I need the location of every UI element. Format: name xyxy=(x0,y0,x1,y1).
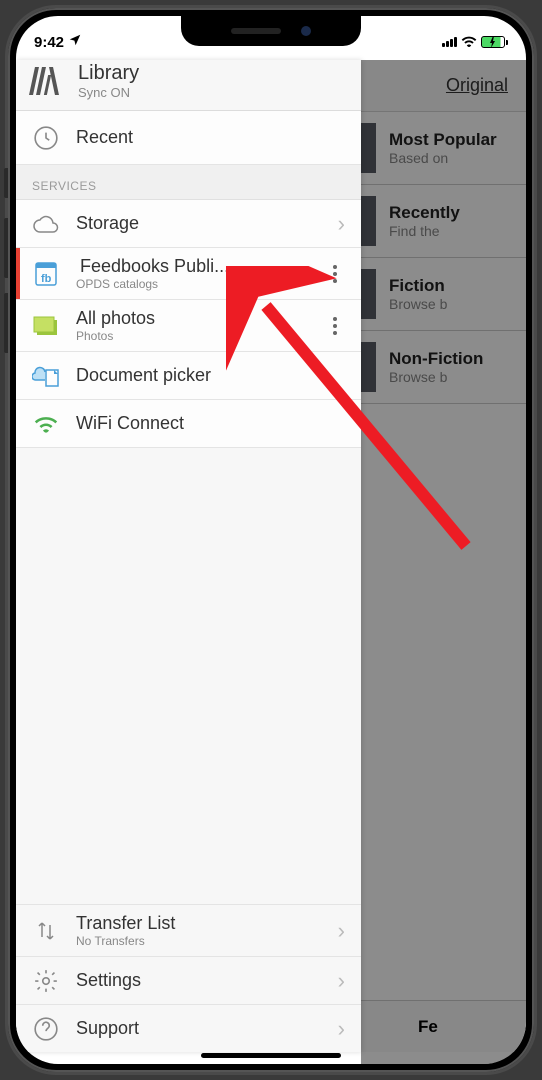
bg-item-sub: Find the xyxy=(389,223,460,239)
phone-frame: 9:42 xyxy=(8,8,534,1072)
row-label: Settings xyxy=(76,970,322,991)
feedbooks-icon: fb xyxy=(32,260,60,288)
drawer-item-support[interactable]: Support › xyxy=(16,1004,361,1052)
notch xyxy=(181,16,361,46)
drawer-item-wifi-connect[interactable]: WiFi Connect xyxy=(16,400,361,448)
bg-item-title: Recently xyxy=(389,203,460,223)
row-sublabel: No Transfers xyxy=(76,934,322,948)
bg-item-title: Non-Fiction xyxy=(389,349,483,369)
drawer-spacer xyxy=(16,448,361,904)
chevron-right-icon: › xyxy=(338,918,345,944)
help-icon xyxy=(32,1015,60,1043)
drawer-item-recent[interactable]: Recent xyxy=(16,111,361,165)
location-icon xyxy=(68,33,82,51)
row-label: WiFi Connect xyxy=(76,413,345,434)
cloud-icon xyxy=(32,210,60,238)
svg-text:fb: fb xyxy=(41,273,52,285)
drawer-item-settings[interactable]: Settings › xyxy=(16,956,361,1004)
more-icon[interactable] xyxy=(325,317,345,335)
drawer-item-all-photos[interactable]: All photos Photos xyxy=(16,300,361,352)
library-drawer: Library Sync ON Recent SERVICES xyxy=(16,60,361,1052)
battery-icon xyxy=(481,36,508,48)
signal-icon xyxy=(442,37,457,47)
chevron-right-icon: › xyxy=(338,968,345,994)
row-sublabel: Photos xyxy=(76,329,309,343)
drawer-header[interactable]: Library Sync ON xyxy=(16,60,361,111)
home-indicator[interactable] xyxy=(201,1053,341,1058)
status-time: 9:42 xyxy=(34,34,64,51)
row-label: Document picker xyxy=(76,365,345,386)
row-label: Support xyxy=(76,1018,322,1039)
more-icon[interactable] xyxy=(325,265,345,283)
bg-item-title: Fiction xyxy=(389,276,447,296)
bg-item-sub: Browse b xyxy=(389,369,483,385)
wifi-connect-icon xyxy=(32,410,60,438)
transfer-icon xyxy=(32,917,60,945)
bg-item-sub: Browse b xyxy=(389,296,447,312)
clock-icon xyxy=(32,124,60,152)
drawer-item-document-picker[interactable]: Document picker xyxy=(16,352,361,400)
chevron-right-icon: › xyxy=(338,1016,345,1042)
bg-item-sub: Based on xyxy=(389,150,497,166)
row-label: Recent xyxy=(76,127,345,148)
drawer-title: Library xyxy=(78,62,139,85)
row-sublabel: OPDS catalogs xyxy=(76,277,309,291)
drawer-item-storage[interactable]: Storage › xyxy=(16,200,361,248)
app-logo-icon xyxy=(32,67,64,95)
row-label: Feedbooks Publi... xyxy=(76,256,309,277)
drawer-sync-status: Sync ON xyxy=(78,85,139,100)
row-label: Storage xyxy=(76,213,322,234)
drawer-item-transfer-list[interactable]: Transfer List No Transfers › xyxy=(16,904,361,956)
selected-indicator xyxy=(16,248,20,299)
chevron-right-icon: › xyxy=(338,211,345,237)
back-label[interactable]: Fe xyxy=(418,1017,438,1037)
wifi-icon xyxy=(461,34,477,51)
photos-icon xyxy=(32,312,60,340)
background-title[interactable]: Original xyxy=(446,75,508,96)
services-section-header: SERVICES xyxy=(16,165,361,200)
row-label: All photos xyxy=(76,308,309,329)
gear-icon xyxy=(32,967,60,995)
cloud-doc-icon xyxy=(32,362,60,390)
drawer-item-feedbooks[interactable]: fb Feedbooks Publi... OPDS catalogs xyxy=(16,248,361,300)
bg-item-title: Most Popular xyxy=(389,130,497,150)
row-label: Transfer List xyxy=(76,913,322,934)
